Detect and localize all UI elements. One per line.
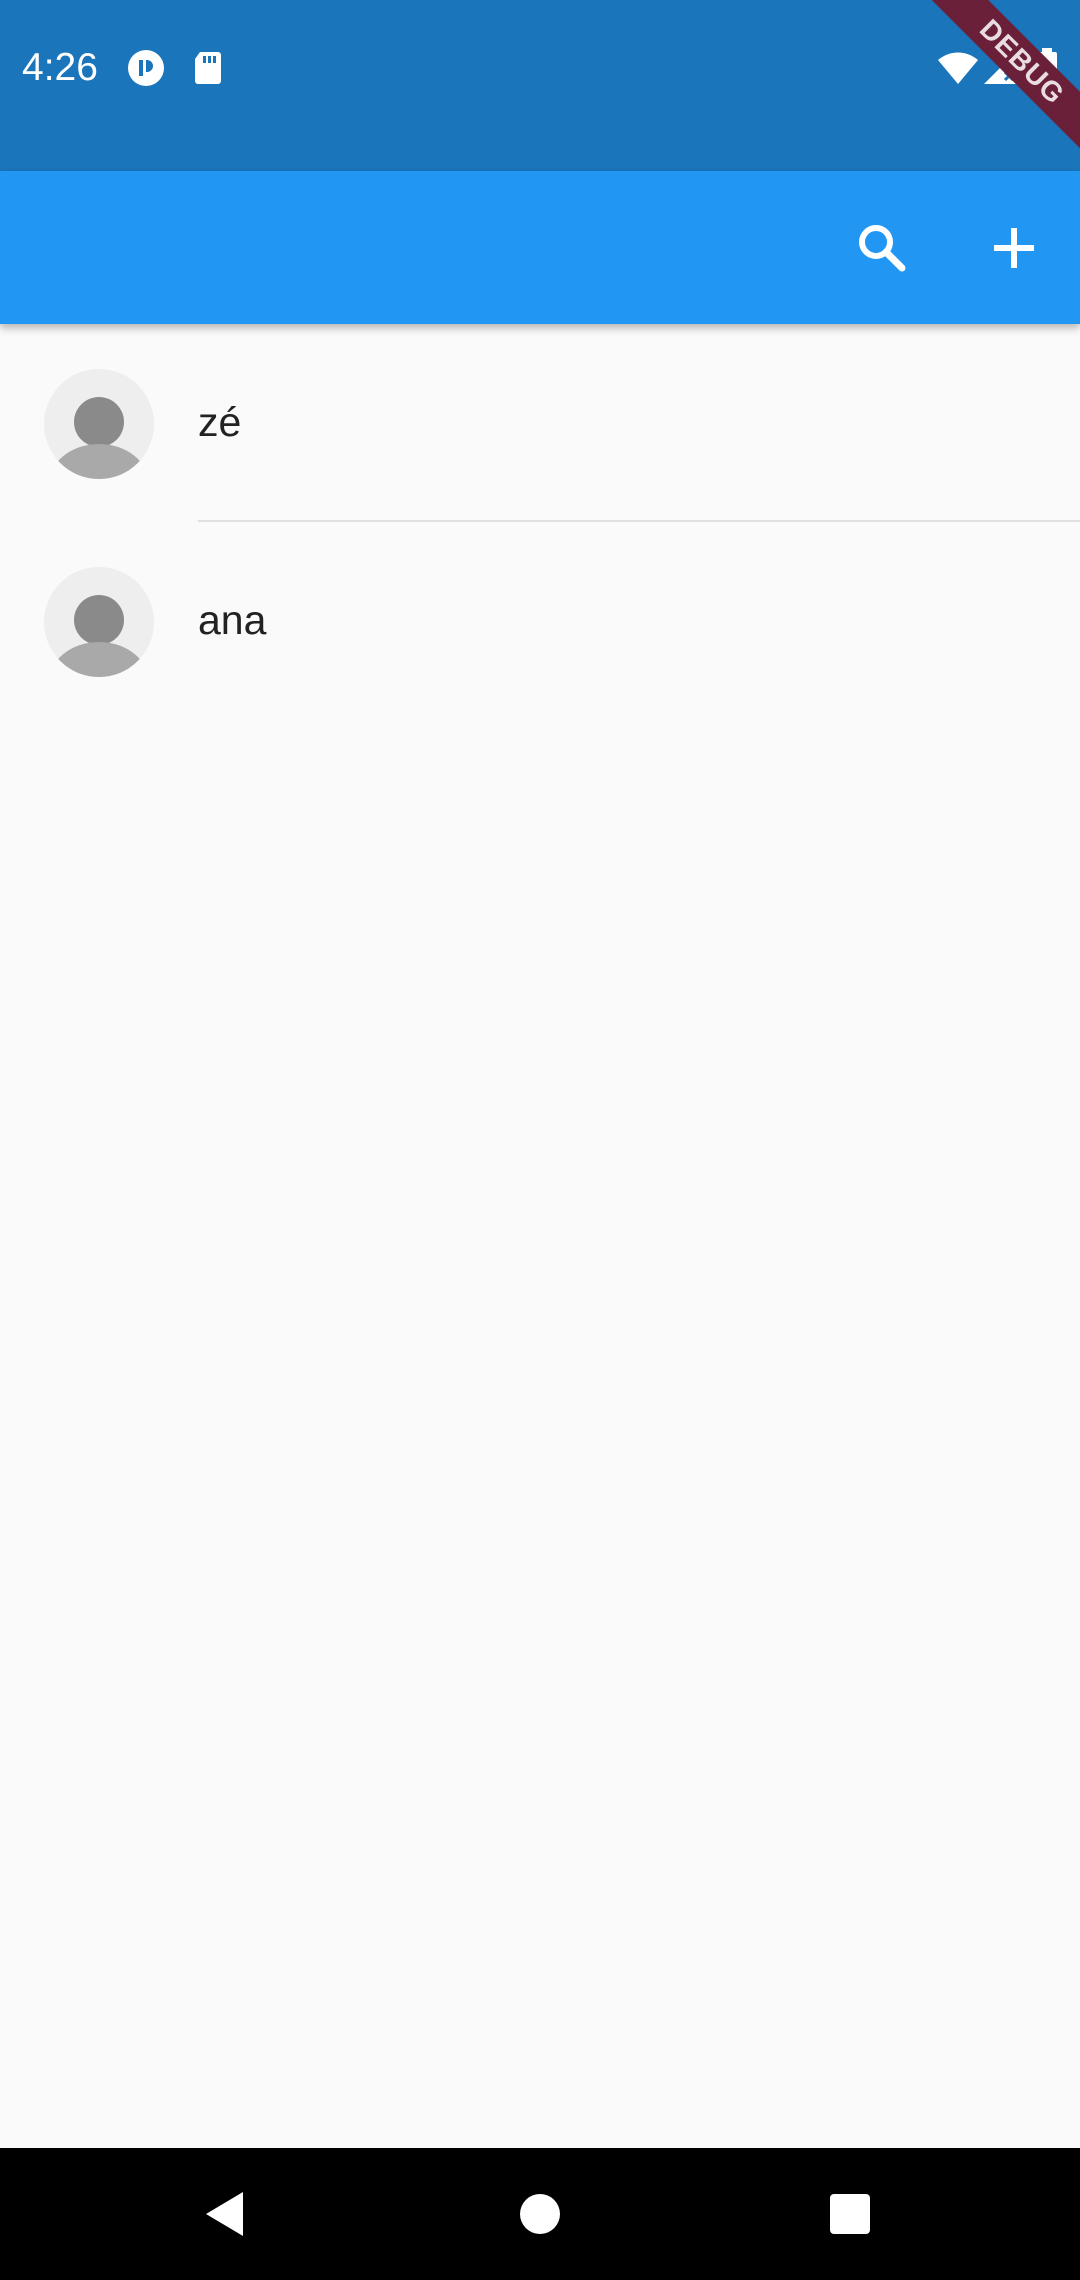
home-button[interactable] bbox=[504, 2178, 576, 2250]
navigation-bar bbox=[0, 2148, 1080, 2280]
home-icon bbox=[520, 2194, 560, 2234]
contact-list: zé ana bbox=[0, 324, 1080, 720]
back-icon bbox=[206, 2192, 243, 2236]
avatar bbox=[44, 369, 154, 479]
pocket-casts-icon bbox=[126, 48, 166, 88]
contact-name: ana bbox=[198, 597, 267, 643]
contact-row[interactable]: zé bbox=[0, 324, 1080, 522]
app-bar bbox=[0, 171, 1080, 324]
search-button[interactable] bbox=[838, 204, 926, 292]
sd-card-icon bbox=[188, 48, 228, 88]
add-button[interactable] bbox=[970, 204, 1058, 292]
cellular-signal-icon bbox=[980, 48, 1020, 88]
avatar bbox=[44, 567, 154, 677]
person-icon bbox=[49, 595, 149, 677]
contact-row[interactable]: ana bbox=[0, 522, 1080, 720]
wifi-icon bbox=[936, 48, 980, 88]
status-time: 4:26 bbox=[22, 46, 98, 89]
back-button[interactable] bbox=[189, 2178, 261, 2250]
contact-name: zé bbox=[198, 399, 242, 445]
screen: 4:26 DEBUG zé ana bbox=[0, 0, 1080, 2280]
person-icon bbox=[49, 397, 149, 479]
add-icon bbox=[994, 228, 1034, 268]
recents-icon bbox=[830, 2194, 870, 2234]
battery-icon bbox=[1034, 48, 1060, 88]
search-icon bbox=[859, 225, 906, 272]
recents-button[interactable] bbox=[814, 2178, 886, 2250]
status-bar: 4:26 bbox=[0, 0, 1080, 171]
